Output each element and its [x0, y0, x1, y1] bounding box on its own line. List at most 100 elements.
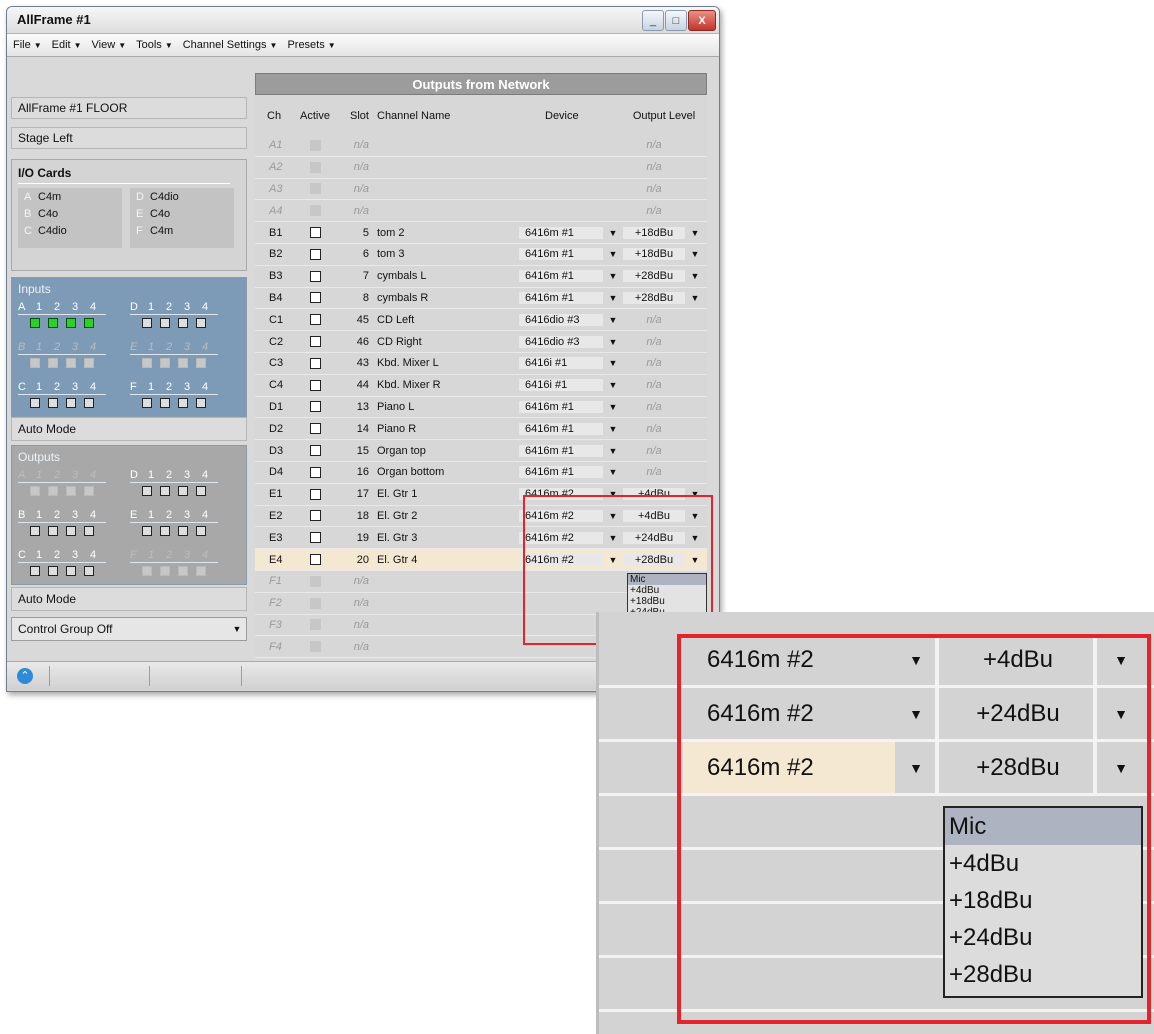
channel-indicator[interactable]	[84, 318, 94, 328]
location-label[interactable]: Stage Left	[11, 127, 247, 149]
channel-indicator[interactable]	[30, 526, 40, 536]
close-button[interactable]: X	[688, 10, 716, 31]
table-row[interactable]: B4 8 cymbals R 6416m #1 ▼ +28dBu ▼	[255, 288, 707, 310]
menu-channel-settings[interactable]: Channel Settings ▼	[183, 39, 278, 51]
chevron-down-icon[interactable]: ▼	[228, 618, 246, 640]
zoom-row[interactable]: 6416m #2 ▼ +28dBu ▼	[599, 742, 1154, 796]
channel-indicator[interactable]	[178, 566, 188, 576]
row-device[interactable]: 6416m #2	[519, 553, 603, 566]
row-output-level[interactable]: +28dBu	[623, 553, 685, 566]
row-channel-name[interactable]: tom 3	[373, 248, 519, 260]
active-checkbox[interactable]	[309, 292, 321, 304]
row-channel-name[interactable]: Kbd. Mixer L	[373, 357, 519, 369]
active-checkbox[interactable]	[309, 532, 321, 544]
row-device[interactable]: 6416dio #3	[519, 335, 603, 348]
col-output-level[interactable]: Output Level	[623, 97, 705, 135]
channel-indicator[interactable]	[48, 398, 58, 408]
channel-indicator[interactable]	[30, 358, 40, 368]
chevron-down-icon[interactable]: ▼	[899, 742, 933, 793]
chevron-down-icon[interactable]: ▼	[603, 402, 623, 412]
row-channel-name[interactable]: CD Left	[373, 314, 519, 326]
dropdown-option[interactable]: +18dBu	[628, 596, 706, 607]
channel-indicator[interactable]	[84, 486, 94, 496]
active-checkbox[interactable]	[309, 379, 321, 391]
table-row[interactable]: E3 19 El. Gtr 3 6416m #2 ▼ +24dBu ▼	[255, 527, 707, 550]
row-device[interactable]: 6416m #2	[519, 531, 603, 544]
chevron-down-icon[interactable]: ▼	[603, 446, 623, 456]
active-checkbox[interactable]	[309, 314, 321, 326]
dropdown-option[interactable]: +4dBu	[628, 585, 706, 596]
active-checkbox[interactable]	[309, 336, 321, 348]
chevron-down-icon[interactable]: ▼	[603, 337, 623, 347]
chevron-down-icon[interactable]: ▼	[899, 634, 933, 685]
table-row[interactable]: E4 20 El. Gtr 4 6416m #2 ▼ +28dBu ▼	[255, 549, 707, 571]
chevron-down-icon[interactable]: ▼	[685, 533, 705, 543]
table-row[interactable]: B2 6 tom 3 6416m #1 ▼ +18dBu ▼	[255, 244, 707, 266]
menu-presets[interactable]: Presets ▼	[287, 39, 335, 51]
channel-indicator[interactable]	[48, 566, 58, 576]
channel-indicator[interactable]	[178, 486, 188, 496]
table-row[interactable]: D1 13 Piano L 6416m #1 ▼ n/a	[255, 397, 707, 419]
maximize-button[interactable]: □	[665, 10, 687, 31]
table-row[interactable]: C2 46 CD Right 6416dio #3 ▼ n/a	[255, 331, 707, 353]
col-slot[interactable]: Slot	[343, 97, 373, 135]
channel-indicator[interactable]	[30, 318, 40, 328]
network-status-icon[interactable]: ⌃	[17, 668, 33, 684]
chevron-down-icon[interactable]: ▼	[685, 293, 705, 303]
row-device[interactable]: 6416m #1	[519, 270, 603, 283]
chevron-down-icon[interactable]: ▼	[1099, 688, 1143, 739]
minimize-button[interactable]: _	[642, 10, 664, 31]
table-row[interactable]: A2 n/a n/a	[255, 157, 707, 179]
channel-indicator[interactable]	[84, 358, 94, 368]
zoom-output-level[interactable]: +24dBu	[943, 688, 1093, 739]
chevron-down-icon[interactable]: ▼	[603, 511, 623, 521]
chevron-down-icon[interactable]: ▼	[603, 467, 623, 477]
col-channel-name[interactable]: Channel Name	[373, 97, 519, 135]
channel-indicator[interactable]	[48, 526, 58, 536]
channel-indicator[interactable]	[160, 486, 170, 496]
channel-indicator[interactable]	[66, 358, 76, 368]
row-channel-name[interactable]: cymbals R	[373, 292, 519, 304]
zoom-device[interactable]: 6416m #2	[683, 634, 895, 685]
active-checkbox[interactable]	[309, 554, 321, 566]
channel-indicator[interactable]	[196, 318, 206, 328]
active-checkbox[interactable]	[309, 401, 321, 413]
row-channel-name[interactable]: cymbals L	[373, 270, 519, 282]
channel-indicator[interactable]	[142, 358, 152, 368]
chevron-down-icon[interactable]: ▼	[603, 555, 623, 565]
channel-indicator[interactable]	[160, 398, 170, 408]
channel-indicator[interactable]	[48, 318, 58, 328]
row-output-level[interactable]: +28dBu	[623, 291, 685, 304]
active-checkbox[interactable]	[309, 488, 321, 500]
chevron-down-icon[interactable]: ▼	[685, 271, 705, 281]
zoom-output-level-dropdown[interactable]: Mic +4dBu +18dBu +24dBu +28dBu	[943, 806, 1143, 998]
channel-indicator[interactable]	[30, 566, 40, 576]
active-checkbox[interactable]	[309, 248, 321, 260]
chevron-down-icon[interactable]: ▼	[685, 228, 705, 238]
zoom-device[interactable]: 6416m #2	[683, 688, 895, 739]
title-bar[interactable]: AllFrame #1 _ □ X	[7, 7, 719, 34]
row-channel-name[interactable]: Organ bottom	[373, 466, 519, 478]
chevron-down-icon[interactable]: ▼	[685, 489, 705, 499]
chevron-down-icon[interactable]: ▼	[603, 489, 623, 499]
chevron-down-icon[interactable]: ▼	[1099, 634, 1143, 685]
zoom-output-level[interactable]: +28dBu	[943, 742, 1093, 793]
menu-edit[interactable]: Edit ▼	[52, 39, 82, 51]
menu-tools[interactable]: Tools ▼	[136, 39, 173, 51]
chevron-down-icon[interactable]: ▼	[603, 293, 623, 303]
channel-indicator[interactable]	[160, 526, 170, 536]
row-device[interactable]: 6416m #1	[519, 422, 603, 435]
control-group-select[interactable]: Control Group Off ▼	[11, 617, 247, 641]
chevron-down-icon[interactable]: ▼	[1099, 742, 1143, 793]
active-checkbox[interactable]	[309, 227, 321, 239]
channel-indicator[interactable]	[160, 358, 170, 368]
row-device[interactable]: 6416dio #3	[519, 313, 603, 326]
row-device[interactable]: 6416m #1	[519, 444, 603, 457]
chevron-down-icon[interactable]: ▼	[685, 511, 705, 521]
table-row[interactable]: D4 16 Organ bottom 6416m #1 ▼ n/a	[255, 462, 707, 484]
table-row[interactable]: D2 14 Piano R 6416m #1 ▼ n/a	[255, 418, 707, 441]
table-row[interactable]: A1 n/a n/a	[255, 135, 707, 157]
active-checkbox[interactable]	[309, 510, 321, 522]
channel-indicator[interactable]	[178, 358, 188, 368]
channel-indicator[interactable]	[160, 566, 170, 576]
